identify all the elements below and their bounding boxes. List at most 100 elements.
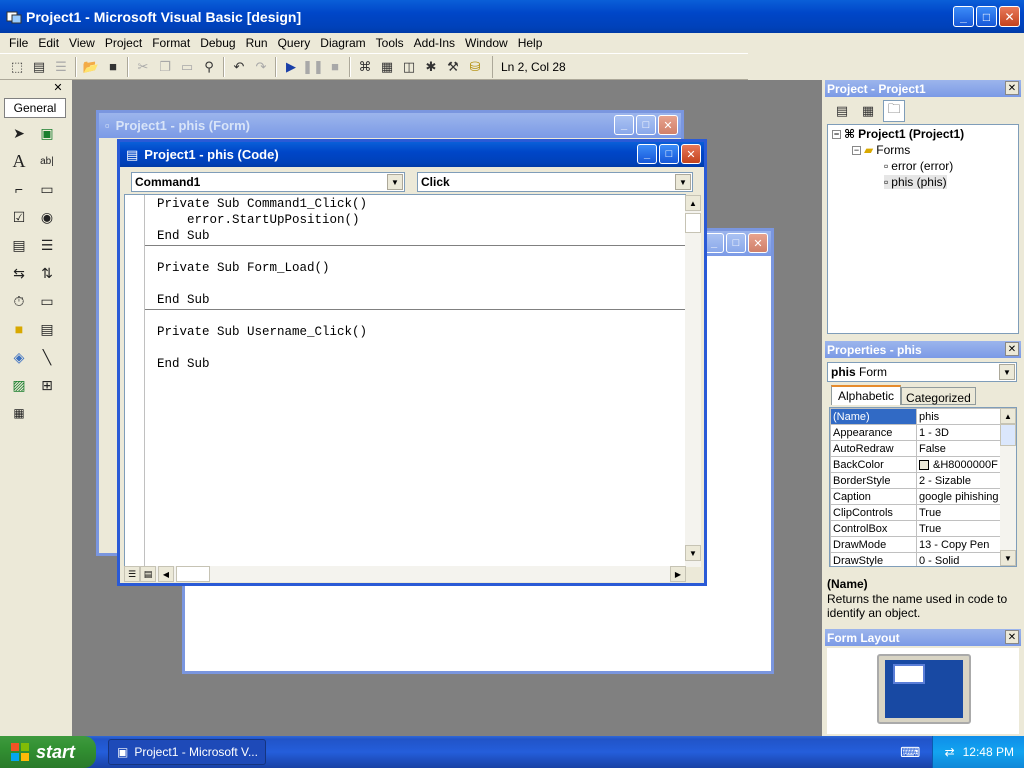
tree-project-root[interactable]: − ⌘ Project1 (Project1) xyxy=(832,127,964,141)
view-code-icon[interactable]: ▤ xyxy=(831,100,853,122)
form-layout-icon[interactable]: ◫ xyxy=(398,56,420,78)
menu-window[interactable]: Window xyxy=(460,36,513,50)
add-form-icon[interactable]: ▤ xyxy=(28,56,50,78)
property-name[interactable]: DrawMode xyxy=(830,536,917,553)
chevron-down-icon[interactable]: ▼ xyxy=(387,174,403,190)
property-value[interactable]: False xyxy=(916,440,1002,457)
close-icon[interactable]: ✕ xyxy=(1005,81,1019,95)
project-explorer-icon[interactable]: ⌘ xyxy=(354,56,376,78)
tree-item-phis-form[interactable]: ▫ phis (phis) xyxy=(884,175,947,189)
property-row[interactable]: AutoRedraw False xyxy=(830,440,1002,457)
error-form-close-button[interactable]: ✕ xyxy=(748,233,768,253)
break-icon[interactable]: ❚❚ xyxy=(302,56,324,78)
property-row[interactable]: DrawMode 13 - Copy Pen xyxy=(830,536,1002,553)
menu-query[interactable]: Query xyxy=(273,36,316,50)
vscrollbar-tool-icon[interactable]: ⇅ xyxy=(36,262,58,284)
scroll-up-icon[interactable]: ▲ xyxy=(1000,408,1016,424)
code-window-title-bar[interactable]: ▤ Project1 - phis (Code) xyxy=(120,142,704,167)
property-value[interactable]: 1 - 3D xyxy=(916,424,1002,441)
chevron-down-icon[interactable]: ▼ xyxy=(675,174,691,190)
property-value[interactable]: True xyxy=(916,504,1002,521)
network-icon[interactable]: ⇄ xyxy=(945,745,955,759)
code-line[interactable]: End Sub xyxy=(157,293,210,307)
object-selector-combobox[interactable]: phis Form ▼ xyxy=(827,362,1017,382)
form-window-close-button[interactable]: ✕ xyxy=(658,115,678,135)
tab-categorized[interactable]: Categorized xyxy=(901,387,976,405)
start-icon[interactable]: ▶ xyxy=(280,56,302,78)
copy-icon[interactable]: ❐ xyxy=(154,56,176,78)
checkbox-tool-icon[interactable]: ☑ xyxy=(8,206,30,228)
property-name[interactable]: ClipControls xyxy=(830,504,917,521)
form-layout-canvas[interactable] xyxy=(827,648,1019,734)
commandbutton-tool-icon[interactable]: ▭ xyxy=(36,178,58,200)
close-button[interactable]: ✕ xyxy=(999,6,1020,27)
form-position-preview[interactable] xyxy=(893,664,925,684)
property-value[interactable]: 2 - Sizable xyxy=(916,472,1002,489)
property-row[interactable]: (Name) phis xyxy=(830,408,1002,425)
property-name[interactable]: ControlBox xyxy=(830,520,917,537)
procedure-combobox[interactable]: Click ▼ xyxy=(417,172,693,192)
property-name[interactable]: Appearance xyxy=(830,424,917,441)
property-name[interactable]: (Name) xyxy=(830,408,917,425)
keyboard-icon[interactable]: ⌨ xyxy=(900,744,920,761)
open-folder-icon[interactable]: 📂 xyxy=(80,56,102,78)
menu-run[interactable]: Run xyxy=(241,36,273,50)
form-window-maximize-button[interactable]: □ xyxy=(636,115,656,135)
menu-file[interactable]: File xyxy=(4,36,33,50)
combobox-tool-icon[interactable]: ▤ xyxy=(8,234,30,256)
view-object-icon[interactable]: ▦ xyxy=(857,100,879,122)
menu-debug[interactable]: Debug xyxy=(195,36,240,50)
code-window[interactable]: ▤ Project1 - phis (Code) _ □ ✕ Command1 … xyxy=(117,139,707,586)
scroll-right-icon[interactable]: ▶ xyxy=(670,566,686,582)
menu-editor-icon[interactable]: ☰ xyxy=(50,56,72,78)
data-view-icon[interactable]: ⛁ xyxy=(464,56,486,78)
maximize-button[interactable]: □ xyxy=(976,6,997,27)
property-row[interactable]: Appearance 1 - 3D xyxy=(830,424,1002,441)
undo-icon[interactable]: ↶ xyxy=(228,56,250,78)
minimize-button[interactable]: _ xyxy=(953,6,974,27)
menu-format[interactable]: Format xyxy=(147,36,195,50)
chevron-down-icon[interactable]: ▼ xyxy=(999,364,1015,380)
menu-edit[interactable]: Edit xyxy=(33,36,64,50)
procedure-view-icon[interactable]: ☰ xyxy=(124,566,140,582)
image-tool-icon[interactable]: ▨ xyxy=(8,374,30,396)
tab-alphabetic[interactable]: Alphabetic xyxy=(831,385,902,405)
form-window-minimize-button[interactable]: _ xyxy=(614,115,634,135)
add-project-icon[interactable]: ⬚ xyxy=(6,56,28,78)
property-name[interactable]: BorderStyle xyxy=(830,472,917,489)
optionbutton-tool-icon[interactable]: ◉ xyxy=(36,206,58,228)
property-row[interactable]: DrawStyle 0 - Solid xyxy=(830,552,1002,566)
timer-tool-icon[interactable]: ⏱ xyxy=(8,290,30,312)
property-name[interactable]: AutoRedraw xyxy=(830,440,917,457)
tree-item-error-form[interactable]: ▫ error (error) xyxy=(884,159,953,173)
code-editor[interactable]: Private Sub Command1_Click() error.Start… xyxy=(124,194,701,570)
frame-tool-icon[interactable]: ⌐ xyxy=(8,178,30,200)
paste-icon[interactable]: ▭ xyxy=(176,56,198,78)
menu-help[interactable]: Help xyxy=(513,36,548,50)
code-line[interactable]: End Sub xyxy=(157,229,210,243)
filelistbox-tool-icon[interactable]: ▤ xyxy=(36,318,58,340)
code-window-close-button[interactable]: ✕ xyxy=(681,144,701,164)
listbox-tool-icon[interactable]: ☰ xyxy=(36,234,58,256)
full-module-view-icon[interactable]: ▤ xyxy=(140,566,156,582)
property-name[interactable]: Caption xyxy=(830,488,917,505)
scroll-down-icon[interactable]: ▼ xyxy=(685,545,701,561)
collapse-icon[interactable]: − xyxy=(832,129,841,139)
close-icon[interactable]: ✕ xyxy=(1005,630,1019,644)
picturebox-tool-icon[interactable]: ▣ xyxy=(36,122,58,144)
properties-vertical-scrollbar[interactable]: ▲ ▼ xyxy=(1000,408,1016,566)
end-icon[interactable]: ■ xyxy=(324,56,346,78)
hscroll-thumb[interactable] xyxy=(176,566,210,582)
ole-tool-icon[interactable]: ▦ xyxy=(8,402,30,424)
hscrollbar-tool-icon[interactable]: ⇆ xyxy=(8,262,30,284)
label-tool-icon[interactable]: A xyxy=(8,150,30,172)
shape-tool-icon[interactable]: ◈ xyxy=(8,346,30,368)
property-value[interactable]: 0 - Solid xyxy=(916,552,1002,566)
code-line[interactable]: Private Sub Form_Load() xyxy=(157,261,330,275)
taskbar-vb-button[interactable]: ▣ Project1 - Microsoft V... xyxy=(108,739,266,765)
menu-diagram[interactable]: Diagram xyxy=(315,36,370,50)
code-line[interactable]: End Sub xyxy=(157,357,210,371)
toolbox-close-button[interactable]: ✕ xyxy=(52,82,64,94)
redo-icon[interactable]: ↷ xyxy=(250,56,272,78)
textbox-tool-icon[interactable]: ab| xyxy=(36,150,58,172)
